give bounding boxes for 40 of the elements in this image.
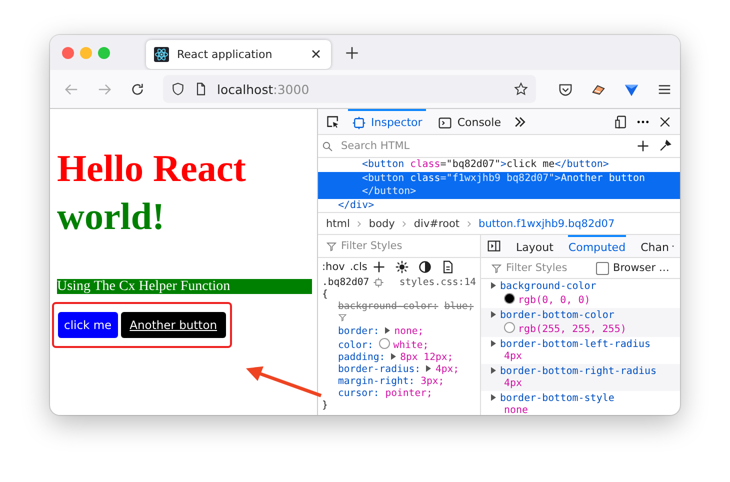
browser-tab[interactable]: React application xyxy=(146,40,331,68)
page-heading: world! xyxy=(57,195,166,240)
page-heading: Hello React xyxy=(57,147,247,192)
page-button[interactable]: click me xyxy=(58,312,118,338)
computed-property[interactable]: background-color rgb(0, 0, 0) xyxy=(481,279,680,308)
search-field[interactable]: Search HTML xyxy=(341,140,628,152)
page-button[interactable]: Another button xyxy=(120,312,226,338)
panel-tab[interactable]: Computed xyxy=(568,235,626,257)
panel-tab[interactable]: Layout xyxy=(516,235,554,257)
panel-tab[interactable]: Chan xyxy=(640,235,669,257)
filter-field[interactable]: Filter Styles xyxy=(506,262,588,274)
devtools-tab[interactable]: Inspector xyxy=(348,109,426,134)
style-declaration[interactable]: border: none; xyxy=(318,326,480,338)
style-declaration[interactable]: border-radius: 4px; xyxy=(318,364,480,376)
breadcrumb[interactable]: body xyxy=(368,218,395,230)
rule-brace: { xyxy=(321,289,329,301)
breadcrumb[interactable]: div#root xyxy=(414,218,460,230)
breadcrumb[interactable]: button.f1wxjhb9.bq82d07 xyxy=(478,218,615,230)
toggle-button[interactable]: .cls xyxy=(350,261,368,273)
checkbox-label: Browser … xyxy=(613,262,670,274)
markup-line[interactable]: <button class="bq82d07">click me</button> xyxy=(318,158,680,172)
style-declaration[interactable]: background-color: blue; xyxy=(318,301,480,326)
rule-source-link[interactable]: styles.css:14 xyxy=(399,277,476,288)
filter-field[interactable]: Filter Styles xyxy=(341,240,472,252)
toggle-button[interactable]: :hov xyxy=(322,261,345,273)
rule-brace: } xyxy=(321,400,329,412)
breadcrumb[interactable]: html xyxy=(326,218,350,230)
computed-property[interactable]: border-bottom-right-radius 4px xyxy=(481,364,680,391)
style-declaration[interactable]: padding: 8px 12px; xyxy=(318,352,480,364)
devtools-tab[interactable]: Console xyxy=(434,109,505,134)
address-bar[interactable]: localhost:3000 xyxy=(163,75,536,103)
style-declaration[interactable]: color: white; xyxy=(318,338,480,352)
computed-property[interactable]: border-bottom-left-radius 4px xyxy=(481,337,680,364)
computed-property[interactable]: border-bottom-color rgb(255, 255, 255) xyxy=(481,308,680,337)
paragraph-text: Using The Cx Helper Function xyxy=(57,279,312,294)
rule-selector: .bq82d07 xyxy=(322,277,370,288)
style-declaration[interactable]: margin-right: 3px; xyxy=(318,376,480,388)
markup-line[interactable]: </div> xyxy=(318,198,680,212)
style-declaration[interactable]: cursor: pointer; xyxy=(318,388,480,400)
computed-property[interactable]: border-bottom-style none xyxy=(481,391,680,415)
